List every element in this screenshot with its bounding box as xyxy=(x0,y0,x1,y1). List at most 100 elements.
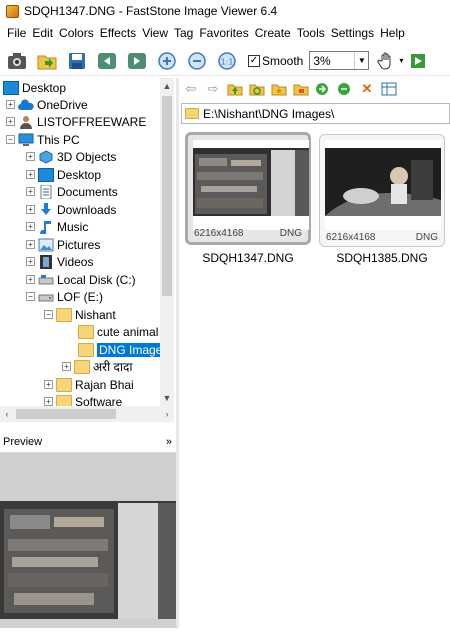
expand-icon[interactable]: + xyxy=(26,187,35,196)
menu-edit[interactable]: Edit xyxy=(29,26,56,40)
tree-item-rajan-bhai[interactable]: + Rajan Bhai xyxy=(44,376,134,393)
expand-icon[interactable]: + xyxy=(44,397,53,406)
tree-item-listoffreeware[interactable]: + LISTOFFREEWARE xyxy=(6,113,146,130)
tree-item-videos[interactable]: + Videos xyxy=(26,253,93,270)
expand-icon[interactable]: + xyxy=(26,170,35,179)
tree-item-this-pc[interactable]: − This PC xyxy=(6,131,80,148)
tree-item-lof-e[interactable]: − LOF (E:) xyxy=(26,288,103,305)
actual-size-button[interactable]: 1:1 xyxy=(216,50,238,72)
thumbnail-sdqh1385[interactable]: 6216x4168 DNG xyxy=(319,134,445,247)
folder-icon xyxy=(56,307,72,322)
thumbnail-filename[interactable]: SDQH1347.DNG xyxy=(185,251,311,265)
folder-tag-icon[interactable] xyxy=(293,81,309,97)
svg-text:1:1: 1:1 xyxy=(221,57,234,66)
menu-tools[interactable]: Tools xyxy=(294,26,328,40)
zoom-in-button[interactable] xyxy=(156,50,178,72)
collapse-preview-icon[interactable]: » xyxy=(166,436,172,448)
zoom-combo[interactable]: 3% ▼ xyxy=(309,51,370,70)
tree-item-downloads[interactable]: + Downloads xyxy=(26,201,116,218)
tree-item-desktop[interactable]: + Desktop xyxy=(26,166,101,183)
menu-favorites[interactable]: Favorites xyxy=(196,26,251,40)
drive-icon xyxy=(38,290,54,304)
tree-item-onedrive[interactable]: + OneDrive xyxy=(6,96,88,113)
expand-icon[interactable]: + xyxy=(26,152,35,161)
expand-icon[interactable]: + xyxy=(44,380,53,389)
tree-vertical-scrollbar[interactable]: ▲ ▼ xyxy=(160,78,174,406)
refresh-folder-icon[interactable] xyxy=(249,81,265,97)
tree-horizontal-scrollbar[interactable]: ‹ › xyxy=(0,406,174,422)
tree-item-desktop-root[interactable]: Desktop xyxy=(3,79,66,96)
thumbnail-sdqh1347[interactable]: 6216x4168 DNG xyxy=(185,132,311,245)
tree-item-ari-dada[interactable]: + अरी दादा xyxy=(62,358,132,375)
thumbnail-image xyxy=(193,140,309,230)
menu-effects[interactable]: Effects xyxy=(97,26,139,40)
thumbnail-meta: 6216x4168 DNG xyxy=(194,228,302,239)
previous-button[interactable] xyxy=(96,50,118,72)
tree-item-software[interactable]: + Software xyxy=(44,393,122,406)
save-icon xyxy=(69,52,85,69)
collapse-icon[interactable]: − xyxy=(44,310,53,319)
back-icon[interactable]: ⇦ xyxy=(183,81,199,97)
menu-settings[interactable]: Settings xyxy=(328,26,377,40)
folder-tree[interactable]: Desktop + OneDrive + LISTOFFREEWARE − Th… xyxy=(0,78,174,406)
tree-item-local-disk-c[interactable]: + Local Disk (C:) xyxy=(26,271,136,288)
scroll-up-icon[interactable]: ▲ xyxy=(160,78,174,94)
collapse-icon[interactable]: − xyxy=(26,292,35,301)
tree-item-cute-animal[interactable]: cute animal xyxy=(78,323,158,340)
expand-icon[interactable]: + xyxy=(6,117,15,126)
smooth-checkbox[interactable]: ✓ Smooth xyxy=(248,54,303,68)
tree-item-documents[interactable]: + Documents xyxy=(26,183,118,200)
menu-file[interactable]: File xyxy=(4,26,29,40)
thumbnail-filename[interactable]: SDQH1385.DNG xyxy=(319,251,445,265)
next-button[interactable] xyxy=(126,50,148,72)
menu-create[interactable]: Create xyxy=(252,26,294,40)
open-folder-button[interactable] xyxy=(36,50,58,72)
scroll-down-icon[interactable]: ▼ xyxy=(160,390,174,406)
tree-item-dng-images[interactable]: DNG Image xyxy=(78,341,165,358)
hand-icon xyxy=(377,52,391,70)
music-icon xyxy=(38,220,54,236)
hand-dropdown-icon[interactable]: ▾ xyxy=(399,56,403,65)
chevron-down-icon[interactable]: ▼ xyxy=(354,52,368,69)
smooth-check-box[interactable]: ✓ xyxy=(248,54,260,67)
path-bar[interactable]: E:\Nishant\DNG Images\ xyxy=(181,103,450,124)
save-button[interactable] xyxy=(66,50,88,72)
menu-view[interactable]: View xyxy=(139,26,171,40)
expand-icon[interactable]: + xyxy=(26,222,35,231)
tree-item-3d-objects[interactable]: + 3D Objects xyxy=(26,148,116,165)
scrollbar-thumb[interactable] xyxy=(16,409,116,419)
expand-icon[interactable]: + xyxy=(26,257,35,266)
favorite-folder-icon[interactable] xyxy=(271,81,287,97)
folder-icon xyxy=(185,108,199,119)
hand-tool-button[interactable] xyxy=(375,50,397,72)
menu-colors[interactable]: Colors xyxy=(56,26,97,40)
scrollbar-thumb[interactable] xyxy=(162,96,172,296)
view-mode-icon[interactable] xyxy=(381,81,397,97)
tree-item-nishant[interactable]: − Nishant xyxy=(44,306,116,323)
camera-button[interactable] xyxy=(6,50,28,72)
expand-icon[interactable]: + xyxy=(26,240,35,249)
move-to-icon[interactable] xyxy=(337,81,353,97)
arrow-left-icon xyxy=(98,52,116,69)
menu-tag[interactable]: Tag xyxy=(171,26,196,40)
panel-splitter[interactable] xyxy=(176,78,179,627)
tree-item-pictures[interactable]: + Pictures xyxy=(26,236,100,253)
tree-item-music[interactable]: + Music xyxy=(26,218,88,236)
up-folder-icon[interactable] xyxy=(227,81,243,97)
copy-to-icon[interactable] xyxy=(315,81,331,97)
slideshow-icon xyxy=(411,53,426,68)
image-format: DNG xyxy=(415,232,438,243)
menu-help[interactable]: Help xyxy=(377,26,408,40)
collapse-icon[interactable]: − xyxy=(6,135,15,144)
expand-icon[interactable]: + xyxy=(6,100,15,109)
delete-icon[interactable]: ✕ xyxy=(359,81,375,97)
scroll-right-icon[interactable]: › xyxy=(160,406,174,422)
folder-icon xyxy=(56,377,72,392)
expand-icon[interactable]: + xyxy=(62,362,71,371)
zoom-out-button[interactable] xyxy=(186,50,208,72)
expand-icon[interactable]: + xyxy=(26,205,35,214)
expand-icon[interactable]: + xyxy=(26,275,35,284)
forward-icon[interactable]: ⇨ xyxy=(205,81,221,97)
scroll-left-icon[interactable]: ‹ xyxy=(0,406,14,422)
slideshow-button[interactable] xyxy=(407,50,429,72)
